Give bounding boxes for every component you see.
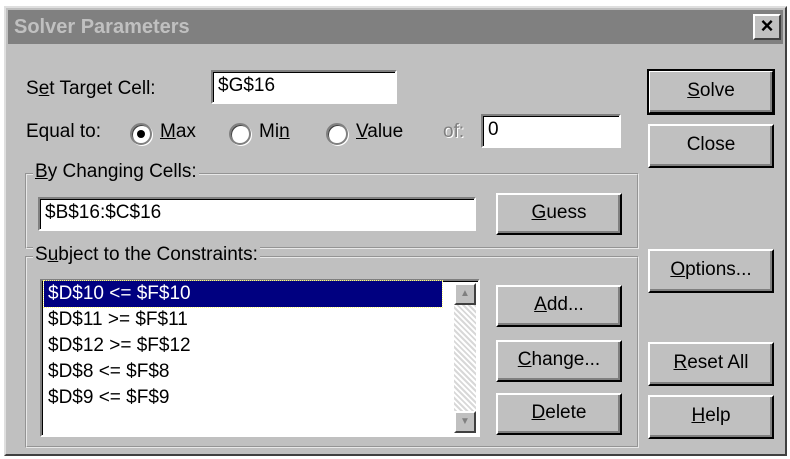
- radio-value-label[interactable]: Value: [356, 121, 403, 143]
- constraint-item[interactable]: $D$9 <= $F$9: [44, 385, 442, 411]
- solve-button[interactable]: Solve: [647, 69, 775, 115]
- reset-all-button[interactable]: Reset All: [648, 342, 774, 386]
- target-cell-input[interactable]: $G$16: [211, 70, 397, 104]
- constraint-item[interactable]: $D$8 <= $F$8: [44, 359, 442, 385]
- scroll-down-icon[interactable]: ▼: [454, 411, 476, 433]
- of-label: of:: [443, 121, 465, 142]
- constraint-item[interactable]: $D$10 <= $F$10: [43, 280, 443, 308]
- radio-value[interactable]: [326, 123, 348, 145]
- constraints-label: Subject to the Constraints:: [33, 244, 260, 266]
- constraints-listbox[interactable]: $D$10 <= $F$10 $D$11 >= $F$11 $D$12 >= $…: [40, 279, 480, 437]
- close-icon[interactable]: ×: [753, 14, 781, 40]
- constraint-item[interactable]: $D$11 >= $F$11: [44, 307, 442, 333]
- radio-max[interactable]: [130, 123, 152, 145]
- changing-cells-input[interactable]: $B$16:$C$16: [38, 197, 476, 231]
- window-title: Solver Parameters: [14, 16, 190, 38]
- delete-button[interactable]: Delete: [496, 393, 622, 435]
- add-button[interactable]: Add...: [496, 285, 622, 327]
- title-bar: Solver Parameters ×: [8, 10, 783, 44]
- radio-min[interactable]: [229, 123, 251, 145]
- close-button[interactable]: Close: [648, 124, 774, 168]
- scroll-up-icon[interactable]: ▲: [454, 283, 476, 305]
- set-target-cell-label: Set Target Cell:: [26, 78, 156, 99]
- options-button[interactable]: Options...: [648, 249, 774, 293]
- radio-selected-dot: [137, 130, 145, 138]
- change-button[interactable]: Change...: [496, 340, 622, 382]
- value-of-input[interactable]: 0: [481, 114, 621, 148]
- equal-to-label: Equal to:: [26, 121, 101, 142]
- radio-min-label[interactable]: Min: [259, 121, 290, 143]
- help-button[interactable]: Help: [648, 395, 774, 439]
- listbox-scrollbar[interactable]: ▲ ▼: [454, 283, 476, 433]
- changing-cells-label: By Changing Cells:: [33, 161, 199, 183]
- guess-button[interactable]: Guess: [496, 193, 622, 235]
- constraint-item[interactable]: $D$12 >= $F$12: [44, 333, 442, 359]
- radio-max-label[interactable]: Max: [160, 121, 196, 143]
